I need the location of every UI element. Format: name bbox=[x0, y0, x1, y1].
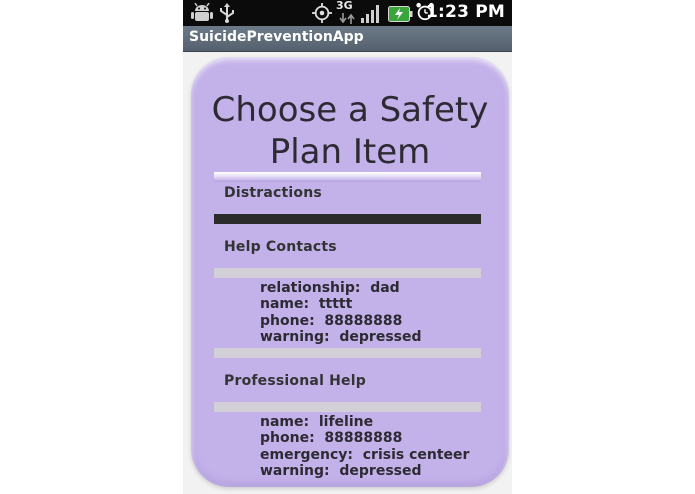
detail-value: depressed bbox=[339, 329, 422, 345]
network-type-label: 3G bbox=[336, 0, 353, 12]
detail-value: crisis centeer bbox=[362, 447, 470, 463]
gps-icon bbox=[312, 3, 332, 23]
detail-row-emergency: emergency: crisis centeer bbox=[260, 447, 469, 464]
app-title: SuicidePreventionApp bbox=[189, 29, 364, 45]
detail-key: phone: bbox=[260, 313, 315, 329]
detail-value: dad bbox=[370, 280, 400, 296]
phone-screen: 3G 1:23 PM SuicidePreventionApp Choose a… bbox=[183, 0, 512, 494]
app-title-bar: SuicidePreventionApp bbox=[183, 26, 512, 52]
section-professional-help[interactable]: Professional Help bbox=[224, 373, 366, 389]
app-content: Choose a Safety Plan Item Distractions H… bbox=[183, 52, 512, 494]
android-debug-icon bbox=[191, 3, 213, 21]
network-3g-icon: 3G bbox=[336, 0, 358, 26]
battery-charging-icon bbox=[388, 6, 413, 22]
detail-value: ttttt bbox=[318, 296, 353, 312]
status-bar: 3G 1:23 PM bbox=[183, 0, 512, 26]
section-help-contacts[interactable]: Help Contacts bbox=[224, 239, 337, 255]
detail-key: relationship: bbox=[260, 280, 361, 296]
detail-value: lifeline bbox=[318, 414, 374, 430]
separator bbox=[214, 172, 481, 182]
usb-icon bbox=[220, 3, 234, 23]
detail-key: name: bbox=[260, 414, 310, 430]
separator bbox=[214, 402, 481, 412]
detail-row-name: name: ttttt bbox=[260, 296, 352, 313]
signal-icon bbox=[361, 5, 379, 23]
detail-key: emergency: bbox=[260, 447, 353, 463]
detail-key: name: bbox=[260, 296, 310, 312]
detail-value: depressed bbox=[339, 463, 422, 479]
detail-row-relationship: relationship: dad bbox=[260, 280, 400, 297]
detail-row-phone: phone: 88888888 bbox=[260, 313, 402, 330]
separator bbox=[214, 214, 481, 224]
detail-row-name: name: lifeline bbox=[260, 414, 373, 431]
section-distractions[interactable]: Distractions bbox=[224, 185, 322, 201]
detail-row-warning: warning: depressed bbox=[260, 329, 422, 346]
safety-plan-card: Choose a Safety Plan Item Distractions H… bbox=[191, 57, 509, 487]
detail-key: warning: bbox=[260, 463, 330, 479]
detail-row-phone: phone: 88888888 bbox=[260, 430, 402, 447]
status-time: 1:23 PM bbox=[426, 2, 505, 22]
detail-value: 88888888 bbox=[324, 313, 403, 329]
separator bbox=[214, 348, 481, 358]
separator bbox=[214, 268, 481, 278]
page-title: Choose a Safety Plan Item bbox=[211, 90, 489, 172]
detail-key: phone: bbox=[260, 430, 315, 446]
detail-row-warning: warning: depressed bbox=[260, 463, 422, 480]
detail-value: 88888888 bbox=[324, 430, 403, 446]
detail-key: warning: bbox=[260, 329, 330, 345]
